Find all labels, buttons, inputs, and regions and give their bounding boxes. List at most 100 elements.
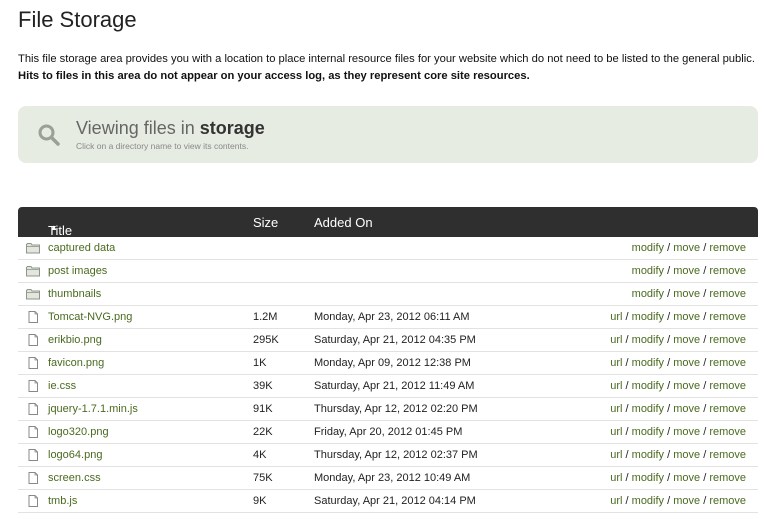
move-link[interactable]: move — [673, 403, 700, 415]
move-link[interactable]: move — [673, 449, 700, 461]
move-link[interactable]: move — [673, 311, 700, 323]
folder-link[interactable]: thumbnails — [48, 288, 101, 300]
url-link[interactable]: url — [610, 426, 622, 438]
move-link[interactable]: move — [673, 334, 700, 346]
move-link[interactable]: move — [673, 288, 700, 300]
row-actions: url / modify / move / remove — [610, 495, 746, 507]
action-separator: / — [622, 426, 632, 438]
file-icon — [26, 311, 40, 323]
url-link[interactable]: url — [610, 449, 622, 461]
url-link[interactable]: url — [610, 311, 622, 323]
modify-link[interactable]: modify — [632, 311, 664, 323]
table-row: favicon.png 1K Monday, Apr 09, 2012 12:38 … — [18, 352, 758, 375]
viewing-hint: Click on a directory name to view its co… — [76, 141, 249, 151]
file-link[interactable]: Tomcat-NVG.png — [48, 311, 132, 323]
url-link[interactable]: url — [610, 472, 622, 484]
row-actions: url / modify / move / remove — [610, 311, 746, 323]
row-actions: modify / move / remove — [632, 242, 746, 254]
file-icon — [26, 357, 40, 369]
move-link[interactable]: move — [673, 495, 700, 507]
remove-link[interactable]: remove — [709, 449, 746, 461]
column-size[interactable]: Size — [253, 215, 278, 230]
remove-link[interactable]: remove — [709, 380, 746, 392]
action-separator: / — [664, 495, 674, 507]
url-link[interactable]: url — [610, 334, 622, 346]
modify-link[interactable]: modify — [632, 495, 664, 507]
file-added-date: Saturday, Apr 21, 2012 04:35 PM — [314, 334, 476, 346]
remove-link[interactable]: remove — [709, 357, 746, 369]
folder-link[interactable]: captured data — [48, 242, 115, 254]
remove-link[interactable]: remove — [709, 334, 746, 346]
remove-link[interactable]: remove — [709, 495, 746, 507]
file-link[interactable]: erikbio.png — [48, 334, 102, 346]
remove-link[interactable]: remove — [709, 472, 746, 484]
move-link[interactable]: move — [673, 357, 700, 369]
file-added-date: Saturday, Apr 21, 2012 04:14 PM — [314, 495, 476, 507]
file-link[interactable]: screen.css — [48, 472, 101, 484]
file-link[interactable]: ie.css — [48, 380, 76, 392]
action-separator: / — [700, 311, 710, 323]
table-body: captured data modify / move / remove post … — [18, 237, 758, 513]
move-link[interactable]: move — [673, 426, 700, 438]
file-link[interactable]: logo320.png — [48, 426, 109, 438]
action-separator: / — [700, 495, 710, 507]
action-separator: / — [622, 380, 632, 392]
viewing-title: Viewing files in storage — [76, 118, 265, 139]
sort-asc-icon: ▲ — [50, 223, 58, 232]
file-link[interactable]: logo64.png — [48, 449, 102, 461]
action-separator: / — [622, 449, 632, 461]
file-link[interactable]: tmb.js — [48, 495, 77, 507]
action-separator: / — [664, 380, 674, 392]
file-icon — [26, 495, 40, 507]
action-separator: / — [622, 472, 632, 484]
modify-link[interactable]: modify — [632, 334, 664, 346]
move-link[interactable]: move — [673, 472, 700, 484]
file-added-date: Monday, Apr 23, 2012 06:11 AM — [314, 311, 470, 323]
action-separator: / — [664, 357, 674, 369]
modify-link[interactable]: modify — [632, 265, 664, 277]
file-added-date: Monday, Apr 23, 2012 10:49 AM — [314, 472, 471, 484]
remove-link[interactable]: remove — [709, 242, 746, 254]
file-table: Title ▲ Size Added On captured data modify… — [18, 207, 758, 513]
url-link[interactable]: url — [610, 495, 622, 507]
move-link[interactable]: move — [673, 380, 700, 392]
viewing-directory: storage — [199, 118, 265, 138]
table-row: thumbnails modify / move / remove — [18, 283, 758, 306]
column-added[interactable]: Added On — [314, 215, 373, 230]
action-separator: / — [664, 288, 674, 300]
modify-link[interactable]: modify — [632, 288, 664, 300]
row-actions: url / modify / move / remove — [610, 380, 746, 392]
remove-link[interactable]: remove — [709, 403, 746, 415]
action-separator: / — [622, 403, 632, 415]
modify-link[interactable]: modify — [632, 242, 664, 254]
table-row: logo320.png 22K Friday, Apr 20, 2012 01:45… — [18, 421, 758, 444]
action-separator: / — [664, 403, 674, 415]
file-link[interactable]: favicon.png — [48, 357, 104, 369]
action-separator: / — [700, 242, 710, 254]
row-actions: modify / move / remove — [632, 288, 746, 300]
modify-link[interactable]: modify — [632, 426, 664, 438]
folder-icon — [26, 288, 40, 300]
intro-description: This file storage area provides you with… — [18, 53, 755, 65]
search-icon — [38, 124, 60, 146]
modify-link[interactable]: modify — [632, 403, 664, 415]
file-size: 4K — [253, 449, 267, 461]
action-separator: / — [700, 426, 710, 438]
url-link[interactable]: url — [610, 403, 622, 415]
url-link[interactable]: url — [610, 357, 622, 369]
table-header: Title ▲ Size Added On — [18, 207, 758, 238]
modify-link[interactable]: modify — [632, 449, 664, 461]
remove-link[interactable]: remove — [709, 311, 746, 323]
url-link[interactable]: url — [610, 380, 622, 392]
modify-link[interactable]: modify — [632, 472, 664, 484]
remove-link[interactable]: remove — [709, 288, 746, 300]
modify-link[interactable]: modify — [632, 357, 664, 369]
modify-link[interactable]: modify — [632, 380, 664, 392]
folder-link[interactable]: post images — [48, 265, 107, 277]
move-link[interactable]: move — [673, 265, 700, 277]
file-link[interactable]: jquery-1.7.1.min.js — [48, 403, 138, 415]
remove-link[interactable]: remove — [709, 426, 746, 438]
remove-link[interactable]: remove — [709, 265, 746, 277]
move-link[interactable]: move — [673, 242, 700, 254]
action-separator: / — [700, 288, 710, 300]
